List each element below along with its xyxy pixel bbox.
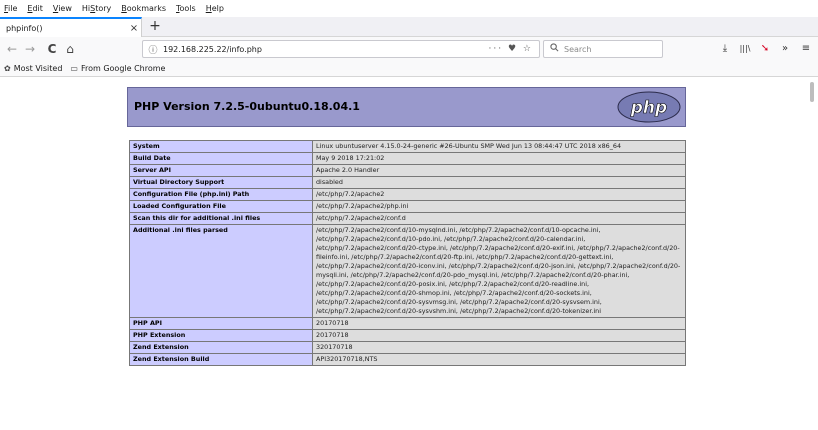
row-value: /etc/php/7.2/apache2	[312, 188, 686, 201]
url-bar[interactable]: ⓘ 192.168.225.22/info.php ··· ♥ ☆	[142, 40, 540, 58]
menu-bookmarks[interactable]: Bookmarks	[121, 4, 166, 13]
menu-view[interactable]: View	[53, 4, 72, 13]
tab-title: phpinfo()	[6, 23, 43, 33]
scrollbar[interactable]	[810, 82, 814, 102]
row-value: API320170718,NTS	[312, 353, 686, 366]
home-icon[interactable]: ⌂	[62, 41, 78, 57]
back-icon[interactable]: ←	[4, 41, 20, 57]
row-key: Loaded Configuration File	[129, 200, 313, 213]
php-logo-icon: php	[617, 91, 681, 123]
row-value: Apache 2.0 Handler	[312, 164, 686, 177]
reload-icon[interactable]: C	[44, 41, 60, 57]
row-key: Additional .ini files parsed	[129, 224, 313, 318]
table-row: Loaded Configuration File/etc/php/7.2/ap…	[129, 200, 686, 213]
close-tab-icon[interactable]: ×	[127, 23, 141, 34]
table-row: PHP Extension 20170718	[129, 329, 686, 342]
search-placeholder: Search	[564, 44, 592, 54]
table-row: PHP API 20170718	[129, 317, 686, 330]
table-row: Configuration File (php.ini) Path/etc/ph…	[129, 188, 686, 201]
row-value: /etc/php/7.2/apache2/conf.d	[312, 212, 686, 225]
row-value: 20170718	[312, 329, 686, 342]
row-value: 20170718	[312, 317, 686, 330]
row-key: PHP API	[129, 317, 313, 330]
library-icon[interactable]: |||\	[737, 41, 753, 57]
tab-strip: phpinfo() × +	[0, 17, 818, 37]
row-key: Configuration File (php.ini) Path	[129, 188, 313, 201]
gear-icon: ✿	[4, 64, 11, 73]
table-row: Scan this dir for additional .ini files /…	[129, 212, 686, 225]
folder-icon: ▭	[70, 64, 78, 73]
extension-icon[interactable]: ➘	[757, 41, 773, 57]
php-header: PHP Version 7.2.5-0ubuntu0.18.04.1 php	[127, 87, 686, 127]
overflow-icon[interactable]: »	[777, 41, 793, 57]
php-info-table: System Linux ubuntuserver 4.15.0-24-gener…	[129, 140, 686, 366]
row-key: Virtual Directory Support	[129, 176, 313, 189]
row-key: PHP Extension	[129, 329, 313, 342]
bookmarks-bar: ✿ Most Visited ▭ From Google Chrome	[0, 61, 818, 77]
search-input[interactable]: Search	[543, 40, 663, 58]
nav-bar: ← → C ⌂ ⓘ 192.168.225.22/info.php ··· ♥ …	[0, 37, 818, 61]
row-value: 320170718	[312, 341, 686, 354]
bookmark-label: Most Visited	[13, 64, 63, 73]
row-key: Zend Extension	[129, 341, 313, 354]
row-key: Server API	[129, 164, 313, 177]
row-value: /etc/php/7.2/apache2/conf.d/10-mysqlnd.i…	[312, 224, 686, 318]
hamburger-menu-icon[interactable]: ≡	[798, 41, 814, 57]
row-key: System	[129, 140, 313, 153]
menu-tools[interactable]: Tools	[176, 4, 196, 13]
page-actions-icon[interactable]: ··· ♥ ☆	[489, 44, 533, 54]
menu-history[interactable]: HiStory	[82, 4, 111, 13]
php-version-title: PHP Version 7.2.5-0ubuntu0.18.04.1	[134, 100, 360, 113]
menu-edit[interactable]: Edit	[27, 4, 43, 13]
table-row: Additional .ini files parsed/etc/php/7.2…	[129, 224, 686, 318]
menu-file[interactable]: File	[4, 4, 17, 13]
page-content: PHP Version 7.2.5-0ubuntu0.18.04.1 php S…	[0, 78, 818, 430]
url-text[interactable]: 192.168.225.22/info.php	[163, 45, 489, 54]
table-row: Zend Extension Build API320170718,NTS	[129, 353, 686, 366]
row-value: May 9 2018 17:21:02	[312, 152, 686, 165]
search-glyph	[549, 43, 558, 52]
table-row: Build Date May 9 2018 17:21:02	[129, 152, 686, 165]
bookmark-label: From Google Chrome	[80, 64, 166, 73]
php-logo-text: php	[630, 98, 667, 118]
download-icon[interactable]: ⤓	[717, 41, 733, 57]
menu-help[interactable]: Help	[206, 4, 224, 13]
search-icon	[547, 43, 561, 55]
bookmark-most-visited[interactable]: ✿ Most Visited	[4, 64, 62, 73]
row-key: Scan this dir for additional .ini files	[129, 212, 313, 225]
forward-icon[interactable]: →	[22, 41, 38, 57]
row-value: Linux ubuntuserver 4.15.0-24-generic #26…	[312, 140, 686, 153]
table-row: Virtual Directory Support disabled	[129, 176, 686, 189]
table-row: System Linux ubuntuserver 4.15.0-24-gener…	[129, 140, 686, 153]
info-icon[interactable]: ⓘ	[146, 43, 160, 56]
row-value: /etc/php/7.2/apache2/php.ini	[312, 200, 686, 213]
row-key: Build Date	[129, 152, 313, 165]
menu-bar: File Edit View HiStory Bookmarks Tools H…	[0, 0, 818, 17]
table-row: Server API Apache 2.0 Handler	[129, 164, 686, 177]
tab-phpinfo[interactable]: phpinfo() ×	[0, 17, 142, 37]
bookmark-from-google-chrome[interactable]: ▭ From Google Chrome	[70, 64, 165, 73]
new-tab-button[interactable]: +	[148, 18, 162, 34]
table-row: Zend Extension 320170718	[129, 341, 686, 354]
row-value: disabled	[312, 176, 686, 189]
row-key: Zend Extension Build	[129, 353, 313, 366]
